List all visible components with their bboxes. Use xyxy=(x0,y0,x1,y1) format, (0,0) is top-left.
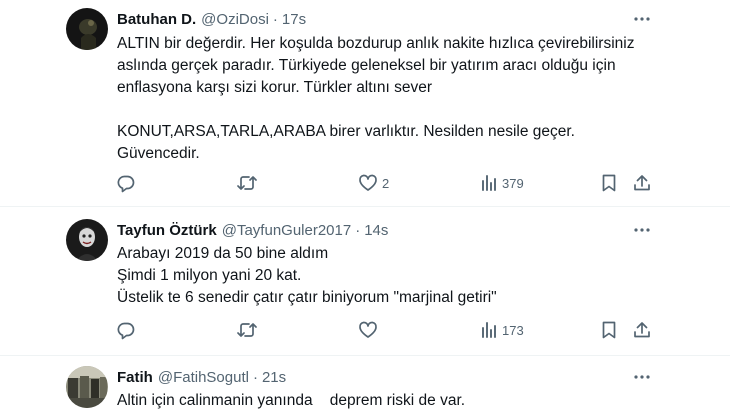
tweet-header: Tayfun Öztürk @TayfunGuler2017 · 14s xyxy=(117,220,388,240)
more-options-icon[interactable] xyxy=(632,367,652,387)
avatar-dark-icon[interactable] xyxy=(66,8,108,50)
timestamp[interactable]: 14s xyxy=(364,222,388,239)
tweet-3[interactable]: Fatih @FatihSogutl · 21s Altin için cali… xyxy=(0,356,730,420)
display-name[interactable]: Fatih xyxy=(117,369,153,386)
tweet-line: Üstelik te 6 senedir çatır çatır biniyor… xyxy=(117,289,497,306)
like-count: 2 xyxy=(382,175,390,191)
retweet-icon xyxy=(237,176,257,190)
bookmark-button[interactable] xyxy=(600,318,618,342)
tweet-2[interactable]: Tayfun Öztürk @TayfunGuler2017 · 14s Ara… xyxy=(0,207,730,355)
user-handle[interactable]: @FatihSogutl xyxy=(158,369,249,386)
reply-icon xyxy=(117,322,135,340)
retweet-button[interactable] xyxy=(236,171,258,195)
tweet-line: Güvencedir. xyxy=(117,145,200,162)
tweet-text: Altin için calinmanin yanında deprem ris… xyxy=(117,390,637,412)
heart-icon xyxy=(359,174,377,191)
view-count: 173 xyxy=(502,322,524,338)
views-button[interactable]: 173 xyxy=(480,318,524,342)
reply-icon xyxy=(117,175,135,193)
tweet-1[interactable]: Batuhan D. @OziDosi · 17s ALTIN bir değe… xyxy=(0,0,730,205)
like-button[interactable] xyxy=(358,318,378,342)
more-options-icon[interactable] xyxy=(632,9,652,29)
avatar-photo-icon[interactable] xyxy=(66,366,108,408)
like-button[interactable]: 2 xyxy=(358,171,389,195)
views-button[interactable]: 379 xyxy=(480,171,524,195)
tweet-line: enflasyona karşı sizi korur. Türkler alt… xyxy=(117,79,433,96)
display-name[interactable]: Tayfun Öztürk xyxy=(117,222,217,239)
display-name[interactable]: Batuhan D. xyxy=(117,11,196,28)
retweet-icon xyxy=(237,323,257,337)
tweet-line: aslında gerçek paradır. Türkiyede gelene… xyxy=(117,57,616,74)
tweet-actions: 173 xyxy=(0,318,730,342)
tweet-line: Şimdi 1 milyon yani 20 kat. xyxy=(117,267,302,284)
reply-button[interactable] xyxy=(116,171,136,195)
view-count: 379 xyxy=(502,175,524,191)
timestamp[interactable]: 17s xyxy=(282,11,306,28)
tweet-line: KONUT,ARSA,TARLA,ARABA birer varlıktır. … xyxy=(117,123,575,140)
tweet-line: ALTIN bir değerdir. Her koşulda bozdurup… xyxy=(117,35,635,52)
tweet-header: Fatih @FatihSogutl · 21s xyxy=(117,367,286,387)
views-chart-icon xyxy=(482,175,496,191)
bookmark-icon xyxy=(602,321,616,339)
heart-icon xyxy=(359,321,377,338)
share-button[interactable] xyxy=(632,318,652,342)
timestamp[interactable]: 21s xyxy=(262,369,286,386)
more-options-icon[interactable] xyxy=(632,220,652,240)
bookmark-button[interactable] xyxy=(600,171,618,195)
bookmark-icon xyxy=(602,174,616,192)
tweet-text: ALTIN bir değerdir. Her koşulda bozdurup… xyxy=(117,33,637,165)
tweet-text: Arabayı 2019 da 50 bine aldım Şimdi 1 mi… xyxy=(117,243,637,309)
share-icon xyxy=(634,175,650,191)
tweet-header: Batuhan D. @OziDosi · 17s xyxy=(117,9,306,29)
separator-dot: · xyxy=(272,10,278,28)
tweet-line: Arabayı 2019 da 50 bine aldım xyxy=(117,245,329,262)
tweet-actions: 2 379 xyxy=(0,171,730,195)
avatar-joker-icon[interactable] xyxy=(66,219,108,261)
user-handle[interactable]: @TayfunGuler2017 xyxy=(222,222,351,239)
separator-dot: · xyxy=(355,221,361,239)
views-chart-icon xyxy=(482,322,496,338)
separator-dot: · xyxy=(252,368,258,386)
reply-button[interactable] xyxy=(116,318,136,342)
retweet-button[interactable] xyxy=(236,318,258,342)
share-icon xyxy=(634,322,650,338)
user-handle[interactable]: @OziDosi xyxy=(201,11,269,28)
tweet-line: Altin için calinmanin yanında deprem ris… xyxy=(117,392,466,409)
share-button[interactable] xyxy=(632,171,652,195)
